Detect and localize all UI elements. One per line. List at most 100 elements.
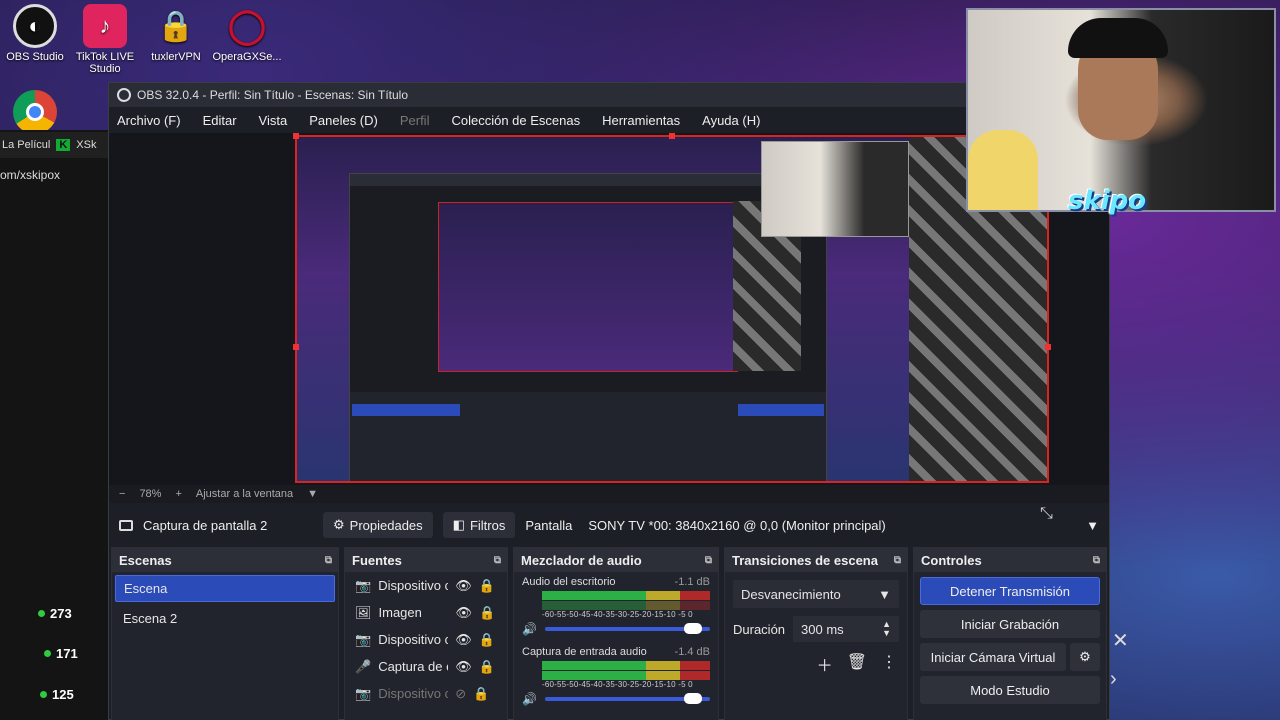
close-icon[interactable]: ✕ bbox=[1112, 628, 1129, 653]
scene-item[interactable]: Escena 2 bbox=[115, 605, 335, 632]
menu-vista[interactable]: Vista bbox=[259, 113, 288, 128]
chevron-right-icon[interactable]: › bbox=[1110, 668, 1117, 691]
source-label: Dispositivo c bbox=[378, 686, 449, 701]
scene-item[interactable]: Escena bbox=[115, 575, 335, 602]
browser-tab-label[interactable]: XSk bbox=[76, 139, 96, 151]
lock-icon[interactable]: 🔒 bbox=[479, 659, 495, 675]
properties-button[interactable]: ⚙ Propiedades bbox=[323, 512, 433, 538]
recursive-preview bbox=[297, 137, 1047, 481]
more-icon[interactable]: ⋮ bbox=[881, 652, 897, 676]
volume-meter bbox=[542, 661, 710, 670]
transition-select[interactable]: Desvanecimiento ▼ bbox=[733, 580, 899, 608]
lock-icon[interactable]: 🔒 bbox=[479, 578, 495, 594]
obs-icon: ◐ bbox=[13, 4, 57, 48]
camera-icon: 📷 bbox=[355, 685, 372, 701]
preview-area[interactable] bbox=[109, 133, 1109, 485]
start-virtual-camera-button[interactable]: Iniciar Cámara Virtual bbox=[920, 643, 1066, 671]
menu-perfil[interactable]: Perfil bbox=[400, 113, 430, 128]
transition-value: Desvanecimiento bbox=[741, 586, 841, 602]
channel-db: -1.4 dB bbox=[674, 646, 710, 658]
filters-label: Filtros bbox=[469, 517, 506, 533]
resize-handle[interactable] bbox=[669, 133, 675, 139]
display-label: Pantalla bbox=[525, 517, 573, 533]
menu-archivo[interactable]: Archivo (F) bbox=[117, 113, 181, 128]
source-item[interactable]: 🎤 Captura de e 👁 🔒 bbox=[345, 653, 507, 680]
viewer-count: 171 bbox=[44, 646, 78, 661]
display-capture-icon bbox=[119, 519, 133, 531]
source-label: Dispositivo c bbox=[378, 632, 449, 647]
camera-icon: 📷 bbox=[355, 631, 372, 647]
source-toolbar: Captura de pantalla 2 ⚙ Propiedades ◧ Fi… bbox=[109, 509, 1109, 541]
resize-handle[interactable] bbox=[293, 133, 299, 139]
studio-mode-button[interactable]: Modo Estudio bbox=[920, 676, 1100, 704]
chrome-icon bbox=[13, 90, 57, 134]
undock-icon[interactable]: ⧉ bbox=[705, 555, 712, 566]
opera-gx-icon: ◯ bbox=[227, 7, 267, 45]
source-item[interactable]: 📷 Dispositivo c 👁 🔒 bbox=[345, 626, 507, 653]
speaker-icon[interactable]: 🔊 bbox=[522, 622, 537, 636]
resize-cursor-icon: ⤡ bbox=[1040, 505, 1053, 522]
slider-knob[interactable] bbox=[684, 623, 702, 634]
source-item[interactable]: 📷 Dispositivo c 👁 🔒 bbox=[345, 572, 507, 599]
undock-icon[interactable]: ⧉ bbox=[1093, 555, 1100, 566]
undock-icon[interactable]: ⧉ bbox=[325, 555, 332, 566]
lock-icon[interactable]: 🔒 bbox=[479, 632, 495, 648]
stop-streaming-button[interactable]: Detener Transmisión bbox=[920, 577, 1100, 605]
source-item[interactable]: 🖼 Imagen 👁 🔒 bbox=[345, 599, 507, 626]
obs-titlebar[interactable]: OBS 32.0.4 - Perfil: Sin Título - Escena… bbox=[109, 83, 1109, 107]
zoom-fit-label: Ajustar a la ventana bbox=[195, 488, 294, 500]
browser-tab-label[interactable]: La Películ bbox=[2, 139, 50, 151]
zoom-bar: − 78% + Ajustar a la ventana ▼ bbox=[109, 485, 1109, 503]
stepper-icon[interactable]: ▲ ▼ bbox=[882, 620, 891, 638]
lock-icon[interactable]: 🔒 bbox=[473, 686, 489, 702]
display-select[interactable]: SONY TV *00: 3840x2160 @ 0,0 (Monitor pr… bbox=[582, 512, 1109, 538]
zoom-in-button[interactable]: + bbox=[175, 488, 181, 500]
menu-editar[interactable]: Editar bbox=[203, 113, 237, 128]
button-label: Iniciar Cámara Virtual bbox=[930, 649, 1056, 665]
zoom-level: 78% bbox=[139, 488, 162, 500]
desktop-icon-tiktok[interactable]: ♪ TikTok LIVE Studio bbox=[70, 4, 140, 75]
menu-ayuda[interactable]: Ayuda (H) bbox=[702, 113, 760, 128]
undock-icon[interactable]: ⧉ bbox=[894, 555, 901, 566]
trash-icon[interactable]: 🗑 bbox=[847, 652, 867, 676]
volume-meter bbox=[542, 601, 710, 610]
undock-icon[interactable]: ⧉ bbox=[494, 555, 501, 566]
eye-icon[interactable]: 👁 bbox=[455, 659, 472, 675]
duration-input[interactable]: 300 ms ▲ ▼ bbox=[793, 616, 899, 642]
controls-dock: Controles ⧉ Detener Transmisión Iniciar … bbox=[913, 547, 1107, 720]
eye-icon[interactable]: 👁 bbox=[455, 632, 472, 648]
dock-title: Fuentes bbox=[352, 552, 402, 568]
desktop-icon-obs[interactable]: ◐ OBS Studio bbox=[0, 4, 70, 63]
filters-button[interactable]: ◧ Filtros bbox=[442, 512, 516, 538]
eye-hidden-icon[interactable]: ⊘ bbox=[455, 686, 466, 702]
channel-name: Captura de entrada audio bbox=[522, 646, 647, 658]
viewer-count: 125 bbox=[40, 687, 74, 702]
menu-coleccion-escenas[interactable]: Colección de Escenas bbox=[451, 113, 580, 128]
lock-icon[interactable]: 🔒 bbox=[479, 605, 495, 621]
menu-paneles[interactable]: Paneles (D) bbox=[309, 113, 378, 128]
chevron-down-icon: ▼ bbox=[878, 586, 891, 602]
preview-canvas[interactable] bbox=[295, 135, 1049, 483]
zoom-out-button[interactable]: − bbox=[119, 488, 125, 500]
desktop-icon-tuxlervpn[interactable]: 🔒 tuxlerVPN bbox=[141, 4, 211, 64]
desktop-icon-operagx[interactable]: ◯ OperaGXSe... bbox=[212, 4, 282, 63]
add-icon[interactable]: ＋ bbox=[817, 652, 833, 676]
slider-knob[interactable] bbox=[684, 693, 702, 704]
volume-slider[interactable] bbox=[544, 693, 710, 704]
source-item[interactable]: 📷 Dispositivo c ⊘ 🔒 bbox=[345, 680, 507, 707]
sources-dock: Fuentes ⧉ 📷 Dispositivo c 👁 🔒 🖼 Imagen 👁… bbox=[344, 547, 508, 720]
viewer-count: 273 bbox=[38, 606, 72, 621]
volume-slider[interactable] bbox=[544, 623, 710, 634]
volume-meter bbox=[542, 591, 710, 600]
controls-dock-header: Controles ⧉ bbox=[914, 548, 1106, 572]
menu-herramientas[interactable]: Herramientas bbox=[602, 113, 680, 128]
mixer-dock-header: Mezclador de audio ⧉ bbox=[514, 548, 718, 572]
eye-icon[interactable]: 👁 bbox=[455, 578, 472, 594]
speaker-icon[interactable]: 🔊 bbox=[522, 692, 537, 706]
resize-handle[interactable] bbox=[293, 344, 299, 350]
resize-handle[interactable] bbox=[1045, 344, 1051, 350]
zoom-dropdown-icon[interactable]: ▼ bbox=[307, 488, 318, 500]
eye-icon[interactable]: 👁 bbox=[456, 605, 473, 621]
start-recording-button[interactable]: Iniciar Grabación bbox=[920, 610, 1100, 638]
virtual-camera-settings-button[interactable]: ⚙ bbox=[1070, 643, 1100, 671]
